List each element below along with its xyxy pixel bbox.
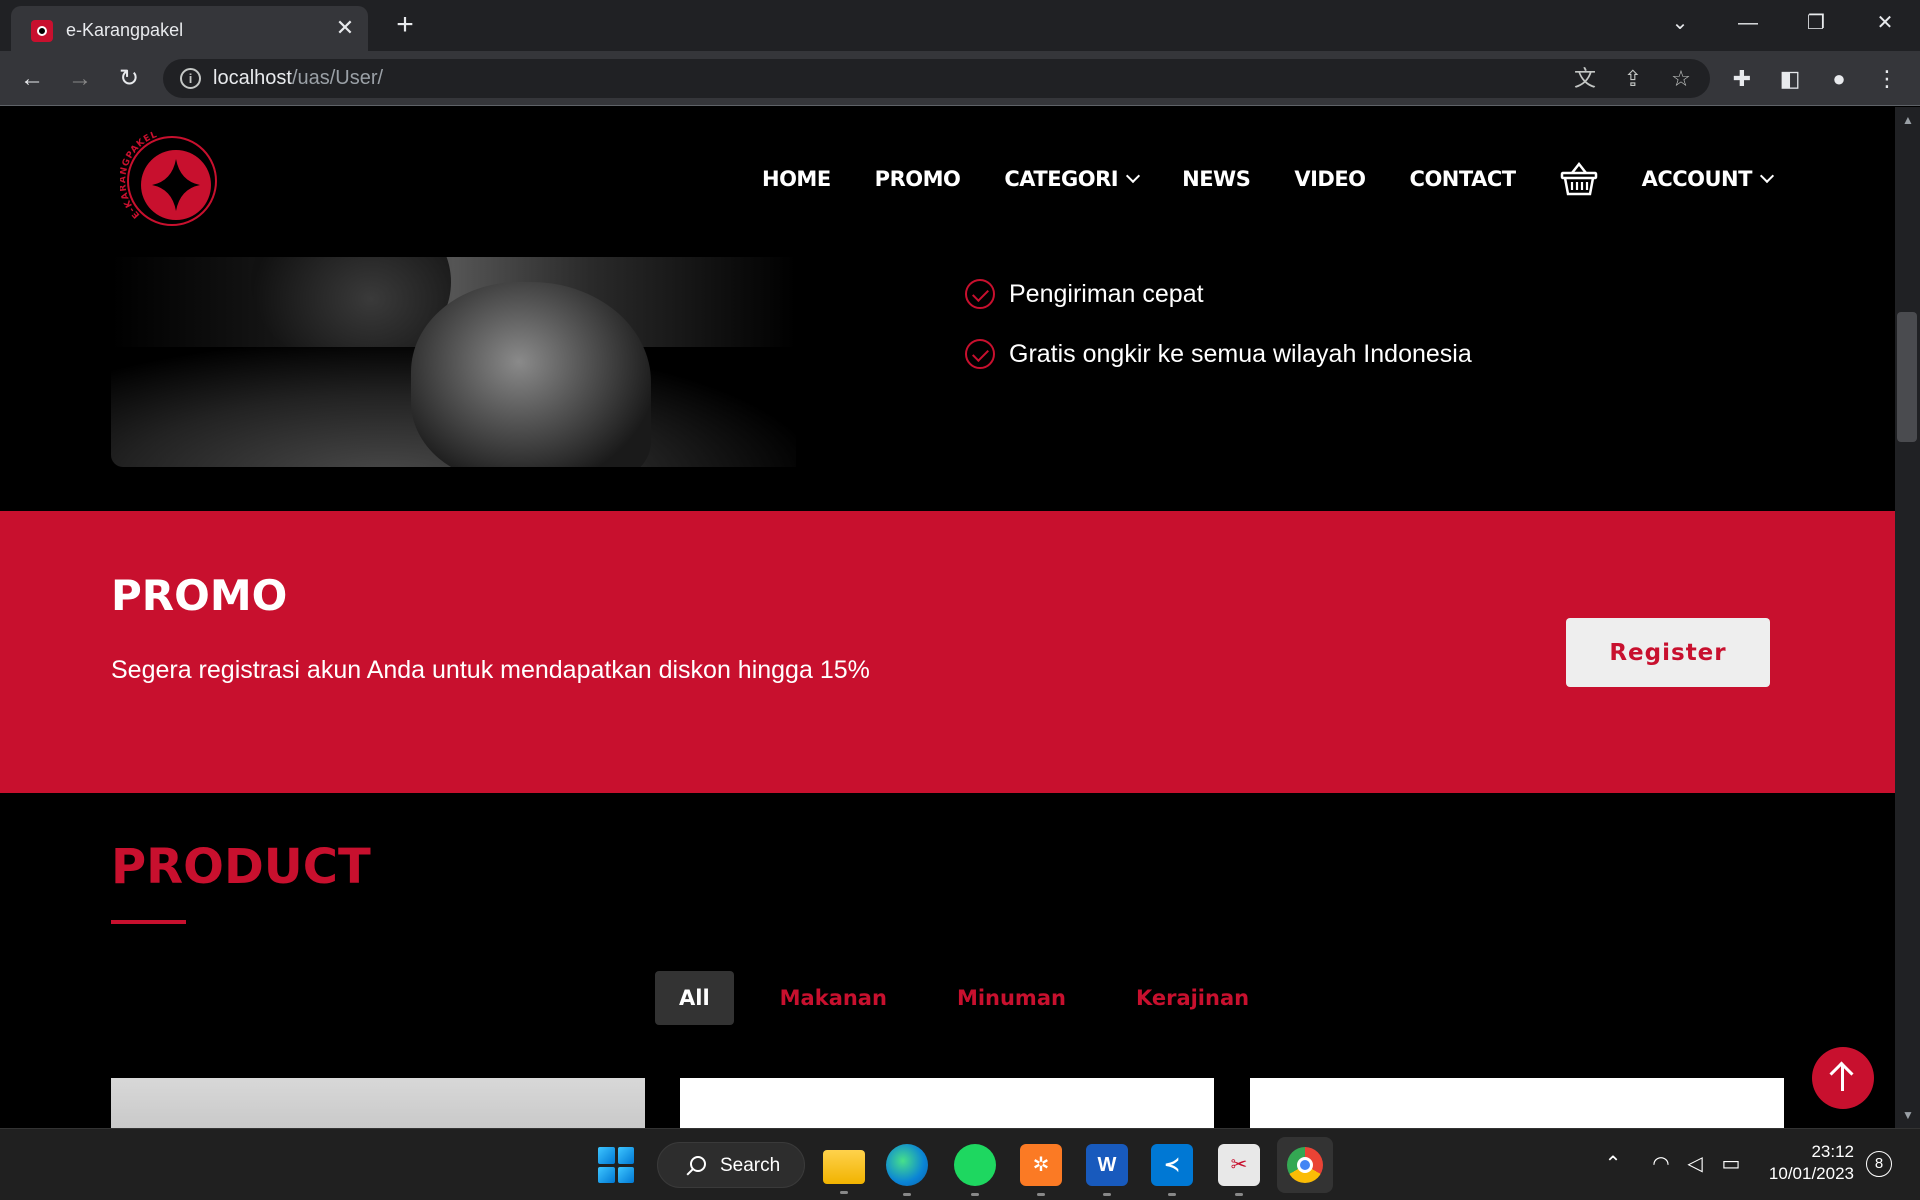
scrollbar-thumb[interactable] xyxy=(1897,312,1917,442)
filter-minuman[interactable]: Minuman xyxy=(933,971,1090,1025)
tab-title: e-Karangpakel xyxy=(66,20,184,40)
filter-all[interactable]: All xyxy=(655,971,734,1025)
nav-home[interactable]: HOME xyxy=(762,167,831,191)
word-icon[interactable]: W xyxy=(1086,1144,1128,1196)
url-text[interactable]: localhost/uas/User/ xyxy=(213,67,383,90)
nav-contact[interactable]: CONTACT xyxy=(1410,167,1517,191)
hero-image xyxy=(111,257,796,467)
hero-image-hand xyxy=(411,282,651,467)
clock-date: 10/01/2023 xyxy=(1768,1164,1854,1183)
translate-icon[interactable]: 文 xyxy=(1571,65,1599,93)
title-underline xyxy=(111,920,186,924)
menu-kebab-icon[interactable]: ⋮ xyxy=(1871,63,1903,95)
search-icon xyxy=(690,1156,706,1172)
side-panel-icon[interactable]: ◧ xyxy=(1774,63,1806,95)
browser-toolbar: ← → ↻ i localhost/uas/User/ 文 ⇪ ☆ ✚ ◧ ● … xyxy=(0,51,1920,106)
address-bar[interactable]: i localhost/uas/User/ 文 ⇪ ☆ xyxy=(163,59,1710,98)
nav-video[interactable]: VIDEO xyxy=(1294,167,1366,191)
restore-icon[interactable]: ❐ xyxy=(1796,8,1836,38)
search-label: Search xyxy=(720,1155,781,1176)
nav-categori-label: CATEGORI xyxy=(1004,167,1119,191)
site-header: E-KARANGPAKEL HOME PROMO CATEGORI NEWS V… xyxy=(0,107,1895,257)
feature-item: Gratis ongkir ke semua wilayah Indonesia xyxy=(965,339,1472,369)
forward-icon[interactable]: → xyxy=(64,63,96,95)
promo-text: Segera registrasi akun Anda untuk mendap… xyxy=(111,656,870,684)
back-to-top-button[interactable] xyxy=(1812,1047,1874,1109)
product-card[interactable] xyxy=(680,1078,1214,1128)
promo-title: PROMO xyxy=(111,571,288,620)
wifi-icon[interactable]: ◠ xyxy=(1648,1151,1674,1177)
vscode-icon[interactable]: ≺ xyxy=(1151,1144,1193,1196)
xampp-icon[interactable]: ✲ xyxy=(1020,1144,1062,1196)
page-scrollbar[interactable]: ▲ ▼ xyxy=(1895,107,1920,1128)
scroll-up-icon[interactable]: ▲ xyxy=(1902,113,1914,127)
new-tab-icon[interactable]: + xyxy=(390,10,420,40)
filter-kerajinan[interactable]: Kerajinan xyxy=(1112,971,1273,1025)
feature-list: Pengiriman cepat Gratis ongkir ke semua … xyxy=(965,279,1472,399)
profile-icon[interactable]: ● xyxy=(1823,63,1855,95)
nav-account[interactable]: ACCOUNT xyxy=(1641,167,1775,191)
tab-search-chevron-icon[interactable]: ⌄ xyxy=(1660,8,1700,38)
windows-start-icon[interactable] xyxy=(598,1147,634,1183)
nav-categori[interactable]: CATEGORI xyxy=(1004,167,1141,191)
windows-taskbar: Search ✲ W ≺ ✂ ⌃ ◠ ◁ ▭ 23:12 10/01/2023 … xyxy=(0,1128,1920,1200)
main-navigation: HOME PROMO CATEGORI NEWS VIDEO CONTACT A… xyxy=(762,159,1816,199)
snipping-tool-icon[interactable]: ✂ xyxy=(1218,1144,1260,1196)
share-icon[interactable]: ⇪ xyxy=(1619,65,1647,93)
bookmark-star-icon[interactable]: ☆ xyxy=(1667,65,1695,93)
reload-icon[interactable]: ↻ xyxy=(113,63,145,95)
notification-badge[interactable]: 8 xyxy=(1866,1151,1892,1177)
close-tab-icon[interactable]: ✕ xyxy=(333,16,357,40)
site-favicon-icon xyxy=(31,20,53,42)
register-button[interactable]: Register xyxy=(1566,618,1770,687)
basket-icon[interactable] xyxy=(1560,161,1598,197)
site-info-icon[interactable]: i xyxy=(180,68,201,89)
check-circle-icon xyxy=(965,339,995,369)
browser-tab[interactable]: e-Karangpakel ✕ xyxy=(11,6,368,51)
spotify-icon[interactable] xyxy=(954,1144,996,1196)
feature-item: Pengiriman cepat xyxy=(965,279,1472,309)
site-logo[interactable]: E-KARANGPAKEL xyxy=(120,129,220,229)
nav-news[interactable]: NEWS xyxy=(1182,167,1251,191)
arrow-up-icon xyxy=(1841,1065,1844,1091)
web-page: E-KARANGPAKEL HOME PROMO CATEGORI NEWS V… xyxy=(0,107,1895,1128)
chrome-icon[interactable] xyxy=(1277,1137,1333,1193)
nav-account-label: ACCOUNT xyxy=(1641,167,1753,191)
volume-icon[interactable]: ◁ xyxy=(1682,1151,1708,1177)
product-filters: All Makanan Minuman Kerajinan xyxy=(655,971,1295,1025)
battery-icon[interactable]: ▭ xyxy=(1718,1151,1744,1177)
extensions-icon[interactable]: ✚ xyxy=(1726,63,1758,95)
back-icon[interactable]: ← xyxy=(16,63,48,95)
clock-time: 23:12 xyxy=(1811,1142,1854,1161)
chevron-down-icon xyxy=(1759,168,1775,184)
product-card[interactable] xyxy=(111,1078,645,1128)
scroll-down-icon[interactable]: ▼ xyxy=(1902,1108,1914,1122)
file-explorer-icon[interactable] xyxy=(823,1150,865,1194)
filter-makanan[interactable]: Makanan xyxy=(756,971,911,1025)
close-window-icon[interactable]: ✕ xyxy=(1865,8,1905,38)
nav-promo[interactable]: PROMO xyxy=(875,167,961,191)
clock[interactable]: 23:12 10/01/2023 xyxy=(1764,1141,1854,1185)
check-circle-icon xyxy=(965,279,995,309)
chevron-down-icon xyxy=(1126,168,1141,184)
minimize-icon[interactable]: — xyxy=(1728,8,1768,38)
edge-icon[interactable] xyxy=(886,1144,928,1196)
product-card[interactable] xyxy=(1250,1078,1784,1128)
feature-text: Pengiriman cepat xyxy=(1009,279,1204,308)
feature-text: Gratis ongkir ke semua wilayah Indonesia xyxy=(1009,339,1472,368)
tray-overflow-chevron-icon[interactable]: ⌃ xyxy=(1600,1151,1626,1177)
taskbar-search[interactable]: Search xyxy=(657,1142,805,1188)
promo-section: PROMO Segera registrasi akun Anda untuk … xyxy=(0,511,1895,793)
browser-tabbar: e-Karangpakel ✕ + ⌄ — ❐ ✕ xyxy=(0,0,1920,51)
product-section-title: PRODUCT xyxy=(111,839,371,895)
